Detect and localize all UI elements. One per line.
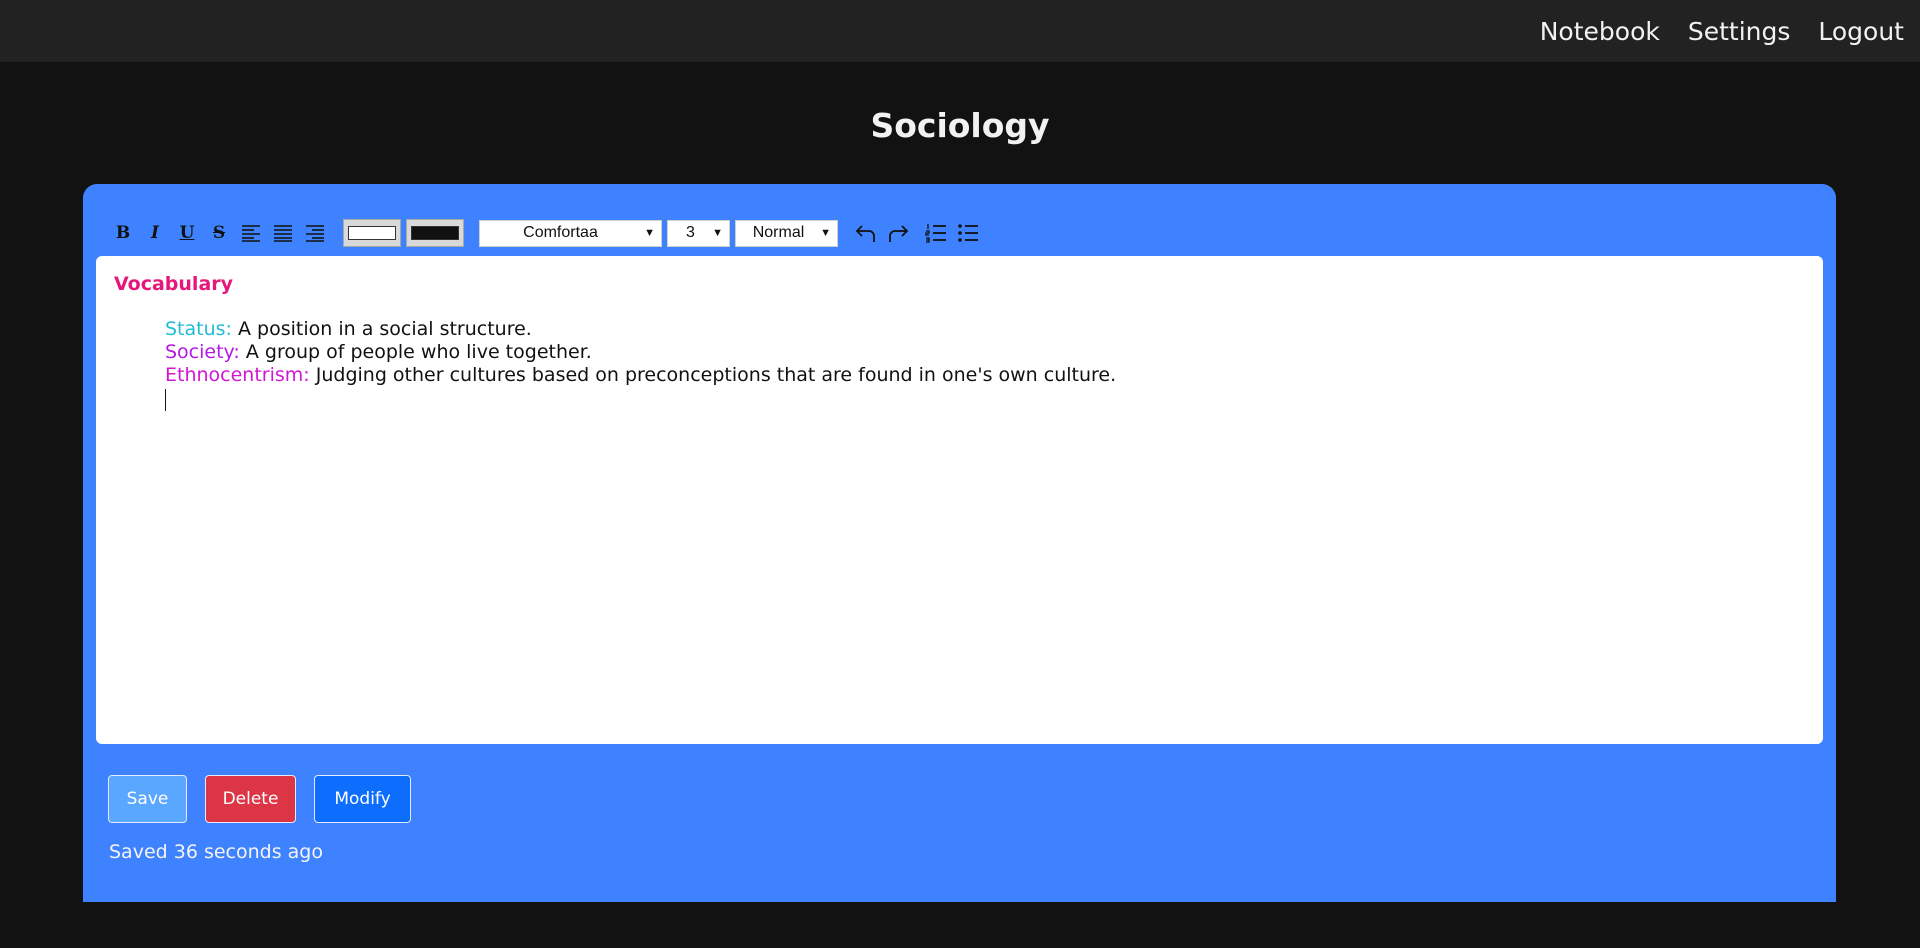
format-select[interactable]: Normal ▼ bbox=[735, 219, 838, 247]
align-right-button[interactable] bbox=[301, 219, 329, 247]
align-right-icon bbox=[306, 225, 324, 242]
vocab-term: Society: bbox=[165, 341, 240, 363]
align-justify-icon bbox=[274, 225, 292, 242]
note-editor[interactable]: Vocabulary Status: A position in a socia… bbox=[96, 256, 1823, 744]
vocab-term: Ethnocentrism: bbox=[165, 364, 310, 386]
top-navbar: Notebook Settings Logout bbox=[0, 0, 1920, 62]
page-title: Sociology bbox=[870, 106, 1050, 145]
ordered-list-icon bbox=[925, 224, 946, 243]
save-status: Saved 36 seconds ago bbox=[109, 841, 323, 863]
text-color-swatch bbox=[348, 226, 396, 240]
save-button[interactable]: Save bbox=[108, 775, 187, 823]
undo-button[interactable] bbox=[852, 219, 880, 247]
text-color-picker[interactable] bbox=[343, 219, 401, 247]
note-panel: B I U S Comfortaa ▼ 3 ▼ Normal ▼ Vocabul… bbox=[83, 184, 1836, 902]
ordered-list-button[interactable] bbox=[922, 219, 950, 247]
nav-notebook[interactable]: Notebook bbox=[1540, 17, 1660, 46]
delete-button[interactable]: Delete bbox=[205, 775, 296, 823]
redo-button[interactable] bbox=[884, 219, 912, 247]
align-left-icon bbox=[242, 225, 260, 242]
editor-toolbar: B I U S Comfortaa ▼ 3 ▼ Normal ▼ bbox=[109, 218, 986, 248]
vocab-definition: A group of people who live together. bbox=[239, 341, 592, 363]
italic-button[interactable]: I bbox=[141, 219, 169, 247]
unordered-list-button[interactable] bbox=[954, 219, 982, 247]
nav-logout[interactable]: Logout bbox=[1818, 17, 1904, 46]
font-family-select[interactable]: Comfortaa ▼ bbox=[479, 219, 662, 247]
underline-button[interactable]: U bbox=[173, 219, 201, 247]
vocab-definition: Judging other cultures based on preconce… bbox=[309, 364, 1117, 386]
vocab-entry: Status: A position in a social structure… bbox=[165, 318, 1805, 341]
text-caret bbox=[114, 387, 1805, 415]
note-heading: Vocabulary bbox=[114, 273, 234, 295]
note-actions: Save Delete Modify bbox=[108, 775, 429, 823]
font-size-value: 3 bbox=[686, 224, 695, 241]
font-family-value: Comfortaa bbox=[523, 224, 598, 241]
format-value: Normal bbox=[752, 224, 805, 241]
align-left-button[interactable] bbox=[237, 219, 265, 247]
vocab-term: Status: bbox=[165, 318, 232, 340]
vocab-definition: A position in a social structure. bbox=[231, 318, 532, 340]
chevron-down-icon: ▼ bbox=[820, 227, 831, 239]
bold-button[interactable]: B bbox=[109, 219, 137, 247]
chevron-down-icon: ▼ bbox=[712, 227, 723, 239]
modify-button[interactable]: Modify bbox=[314, 775, 411, 823]
vocab-entry: Society: A group of people who live toge… bbox=[165, 341, 1805, 364]
strikethrough-button[interactable]: S bbox=[205, 219, 233, 247]
vocab-entry: Ethnocentrism: Judging other cultures ba… bbox=[165, 364, 1805, 387]
align-justify-button[interactable] bbox=[269, 219, 297, 247]
unordered-list-icon bbox=[958, 224, 978, 242]
chevron-down-icon: ▼ bbox=[644, 227, 655, 239]
redo-icon bbox=[889, 225, 909, 242]
highlight-color-picker[interactable] bbox=[406, 219, 464, 247]
undo-icon bbox=[855, 225, 875, 242]
font-size-select[interactable]: 3 ▼ bbox=[667, 219, 730, 247]
highlight-color-swatch bbox=[411, 226, 459, 240]
nav-settings[interactable]: Settings bbox=[1688, 17, 1791, 46]
